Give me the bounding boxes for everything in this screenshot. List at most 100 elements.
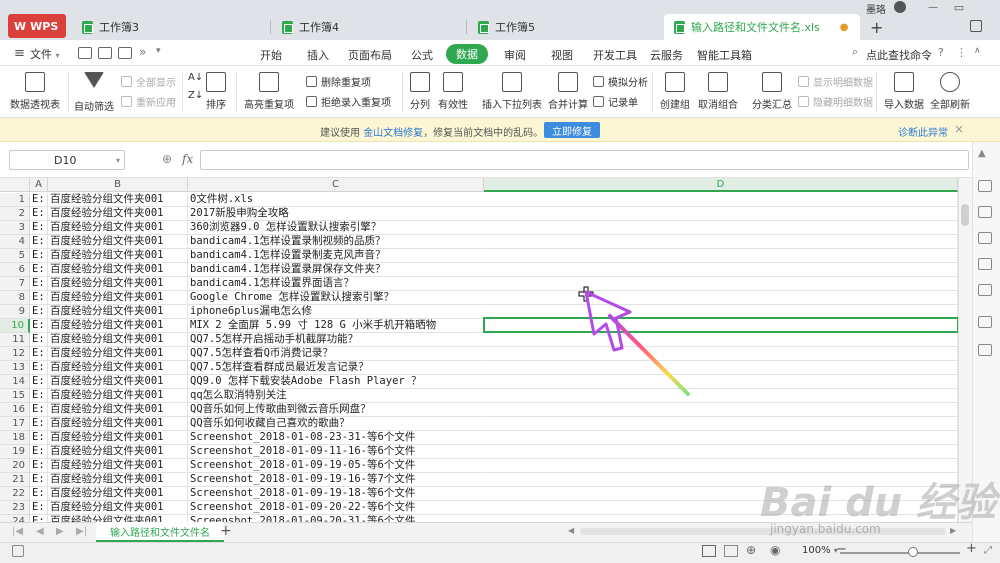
tools-icon[interactable] (978, 316, 992, 328)
menu-developer[interactable]: 开发工具 (593, 47, 637, 63)
insert-dropdown-button[interactable]: 插入下拉列表 (482, 72, 542, 111)
row-header[interactable]: 24 (0, 515, 30, 522)
first-sheet-icon[interactable]: |◀ (12, 526, 23, 537)
hamburger-icon[interactable]: ≡ (14, 46, 25, 61)
backup-icon[interactable] (978, 258, 992, 270)
pivot-table-button[interactable]: 数据透视表 (10, 72, 60, 111)
row-header[interactable]: 22 (0, 487, 30, 501)
user-name[interactable]: 墨珞 (866, 1, 886, 16)
cell-c[interactable]: Screenshot_2018-01-09-20-31-等6个文件 (188, 515, 484, 522)
add-sheet-button[interactable]: + (220, 523, 232, 539)
file-menu[interactable]: 文件 ▾ (30, 46, 60, 62)
sort-asc-icon[interactable]: A↓ (188, 72, 203, 83)
cell-a[interactable]: E: (30, 487, 48, 501)
cell-d[interactable] (484, 235, 958, 249)
cell-c[interactable]: Screenshot_2018-01-09-19-05-等6个文件 (188, 459, 484, 473)
row-header[interactable]: 23 (0, 501, 30, 515)
horizontal-scrollbar[interactable] (580, 528, 946, 535)
cell-a[interactable]: E: (30, 333, 48, 347)
row-header[interactable]: 13 (0, 361, 30, 375)
normal-view-icon[interactable] (702, 545, 716, 557)
search-icon[interactable]: ⌕ (852, 45, 858, 59)
cell-b[interactable]: 百度经验分组文件夹001 (48, 445, 188, 459)
row-header[interactable]: 8 (0, 291, 30, 305)
cell-b[interactable]: 百度经验分组文件夹001 (48, 249, 188, 263)
cell-a[interactable]: E: (30, 277, 48, 291)
cell-b[interactable]: 百度经验分组文件夹001 (48, 473, 188, 487)
row-header[interactable]: 9 (0, 305, 30, 319)
last-sheet-icon[interactable]: ▶| (76, 526, 87, 537)
reapply-button[interactable]: 重新应用 (121, 94, 176, 109)
cell-a[interactable]: E: (30, 347, 48, 361)
show-detail-button[interactable]: 显示明细数据 (798, 74, 873, 89)
row-header[interactable]: 18 (0, 431, 30, 445)
cell-b[interactable]: 百度经验分组文件夹001 (48, 515, 188, 522)
apps-grid-icon[interactable] (978, 344, 992, 356)
cell-b[interactable]: 百度经验分组文件夹001 (48, 347, 188, 361)
cell-b[interactable]: 百度经验分组文件夹001 (48, 305, 188, 319)
help-icon[interactable]: ? (938, 46, 944, 59)
cell-d[interactable] (484, 389, 958, 403)
menu-insert[interactable]: 插入 (307, 47, 329, 63)
autofilter-button[interactable]: 自动筛选 (74, 72, 114, 113)
cell-a[interactable]: E: (30, 305, 48, 319)
cell-a[interactable]: E: (30, 263, 48, 277)
row-header[interactable]: 10 (0, 319, 30, 333)
cell-d[interactable] (484, 263, 958, 277)
macro-icon[interactable] (12, 545, 24, 557)
reject-duplicates-button[interactable]: 拒绝录入重复项 (306, 94, 391, 109)
row-header[interactable]: 17 (0, 417, 30, 431)
cell-d[interactable] (484, 291, 958, 305)
cell-b[interactable]: 百度经验分组文件夹001 (48, 333, 188, 347)
zoom-out-icon[interactable]: − (836, 542, 847, 557)
sheet-tab-active[interactable]: 输入路径和文件文件名 (96, 522, 224, 542)
scroll-left-icon[interactable]: ◀ (568, 526, 574, 535)
cell-a[interactable]: E: (30, 375, 48, 389)
row-header[interactable]: 19 (0, 445, 30, 459)
row-header[interactable]: 15 (0, 389, 30, 403)
row-header[interactable]: 2 (0, 207, 30, 221)
menu-page-layout[interactable]: 页面布局 (348, 47, 392, 63)
zoom-in-icon[interactable]: + (966, 541, 977, 556)
cell-b[interactable]: 百度经验分组文件夹001 (48, 277, 188, 291)
cell-d[interactable] (484, 361, 958, 375)
cell-a[interactable]: E: (30, 207, 48, 221)
select-all-corner[interactable] (0, 178, 30, 192)
repair-now-button[interactable]: 立即修复 (544, 122, 600, 138)
style-icon[interactable] (978, 206, 992, 218)
fullscreen-icon[interactable]: ⤢ (984, 545, 992, 556)
doc-tab-workbook4[interactable]: 工作簿4 (272, 14, 464, 40)
cell-d[interactable] (484, 193, 958, 207)
new-tab-button[interactable]: + (870, 18, 883, 37)
sort-desc-icon[interactable]: Z↓ (188, 90, 203, 101)
zoom-slider-handle[interactable] (908, 547, 918, 557)
cell-c[interactable]: bandicam4.1怎样设置界面语言？ (188, 277, 484, 291)
zoom-level[interactable]: 100% ▾ (802, 545, 838, 556)
cell-a[interactable]: E: (30, 221, 48, 235)
function-icon[interactable]: fx (182, 152, 193, 166)
cell-d[interactable] (484, 221, 958, 235)
validity-button[interactable]: 有效性 (438, 72, 468, 111)
cell-a[interactable]: E: (30, 389, 48, 403)
eye-protection-icon[interactable]: ◉ (770, 543, 780, 557)
cell-d[interactable] (484, 277, 958, 291)
cell-c[interactable]: QQ音乐如何收藏自己喜欢的歌曲？ (188, 417, 484, 431)
name-box[interactable]: D10 ▾ (9, 150, 125, 170)
cell-b[interactable]: 百度经验分组文件夹001 (48, 487, 188, 501)
cell-c[interactable]: bandicam4.1怎样设置录屏保存文件夹？ (188, 263, 484, 277)
column-header-a[interactable]: A (30, 178, 48, 192)
row-header[interactable]: 14 (0, 375, 30, 389)
cell-c[interactable]: bandicam4.1怎样设置录制麦克风声音？ (188, 249, 484, 263)
row-header[interactable]: 11 (0, 333, 30, 347)
cell-b[interactable]: 百度经验分组文件夹001 (48, 459, 188, 473)
cell-d[interactable] (484, 333, 958, 347)
select-tool-icon[interactable] (978, 180, 992, 192)
reading-mode-icon[interactable]: ⊕ (746, 543, 756, 557)
more-icon[interactable]: ⋮ (956, 46, 967, 59)
avatar[interactable] (894, 1, 906, 13)
cell-a[interactable]: E: (30, 249, 48, 263)
cell-a[interactable]: E: (30, 515, 48, 522)
menu-review[interactable]: 审阅 (504, 47, 526, 63)
cell-a[interactable]: E: (30, 403, 48, 417)
repair-link[interactable]: 金山文档修复 (363, 128, 423, 139)
